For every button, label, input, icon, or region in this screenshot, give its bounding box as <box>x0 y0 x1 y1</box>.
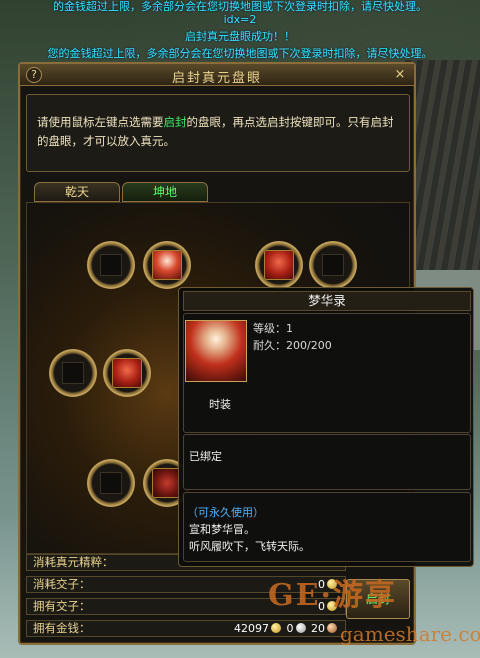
stat-own-money: 拥有金钱： 42097 0 20 <box>26 620 346 637</box>
window-titlebar[interactable]: ? 启封真元盘眼 × <box>20 64 414 86</box>
stat-consume-jiaozi-label: 消耗交子： <box>33 577 91 591</box>
instruction-panel: 请使用鼠标左键点选需要启封的盘眼，再点选启封按键即可。只有启封的盘眼，才可以放入… <box>26 94 410 172</box>
eye-slot-empty[interactable] <box>49 349 97 397</box>
slot-inner <box>100 472 122 494</box>
watermark-site: gameshare.com <box>340 622 480 646</box>
tooltip-level: 等级：1 <box>253 322 293 335</box>
instruction-text-1: 请使用鼠标左键点选需要 <box>37 115 164 129</box>
tooltip-desc-1: 宣和梦华冒。 <box>189 523 255 536</box>
slot-inner <box>100 254 122 276</box>
robe-icon <box>152 250 182 280</box>
stat-consume-essence-label: 消耗真元精粹： <box>33 555 114 569</box>
eye-slot-empty[interactable] <box>87 459 135 507</box>
horn-icon <box>264 250 294 280</box>
tooltip-durability: 耐久：200/200 <box>253 339 332 352</box>
eye-slot-filled[interactable] <box>103 349 151 397</box>
costume-icon <box>185 320 247 382</box>
window-title: 启封真元盘眼 <box>171 71 262 86</box>
stat-own-money-value: 42097 0 20 <box>234 621 339 636</box>
tooltip-category: 时装 <box>209 398 231 411</box>
eye-slot-filled[interactable] <box>143 241 191 289</box>
tooltip-desc-2: 听风履吹下，飞转天际。 <box>189 540 310 553</box>
slot-inner <box>322 254 344 276</box>
tooltip-usage: （可永久使用） <box>187 506 264 519</box>
copper-coin-icon <box>327 623 337 633</box>
tooltip-item-name: 梦华录 <box>183 291 471 311</box>
system-message-3: 启封真元盘眼成功！！ <box>185 30 295 43</box>
watermark-brand: GE·游享 <box>268 578 397 613</box>
stat-own-money-label: 拥有金钱： <box>33 621 91 635</box>
stat-own-jiaozi-label: 拥有交子： <box>33 599 91 613</box>
money-gold: 42097 <box>234 622 269 635</box>
background-roof <box>405 60 480 270</box>
eye-slot-empty[interactable] <box>87 241 135 289</box>
system-message-2: idx=2 <box>223 13 257 26</box>
armor-icon <box>112 358 142 388</box>
tab-qiantian[interactable]: 乾天 <box>34 182 120 202</box>
eye-slot-empty[interactable] <box>309 241 357 289</box>
money-copper: 20 <box>311 622 325 635</box>
silver-coin-icon <box>295 623 306 633</box>
system-message-1: 的金钱超过上限，多余部分会在您切换地图或下次登录时扣除，请尽快处理。 <box>53 0 427 13</box>
money-silver: 0 <box>286 622 294 635</box>
instruction-highlight: 启封 <box>163 115 187 129</box>
tab-kundi[interactable]: 坤地 <box>122 182 208 202</box>
tooltip-bind-box <box>183 434 471 490</box>
close-button[interactable]: × <box>392 67 408 83</box>
tooltip-bind-status: 已绑定 <box>189 450 222 463</box>
system-message-4: 您的金钱超过上限，多余部分会在您切换地图或下次登录时扣除，请尽快处理。 <box>47 47 433 60</box>
eye-slot-filled[interactable] <box>255 241 303 289</box>
gold-coin-icon <box>271 623 281 633</box>
item-tooltip: 梦华录 等级：1 耐久：200/200 时装 已绑定 （可永久使用） 宣和梦华冒… <box>178 287 474 567</box>
slot-inner <box>62 362 84 384</box>
